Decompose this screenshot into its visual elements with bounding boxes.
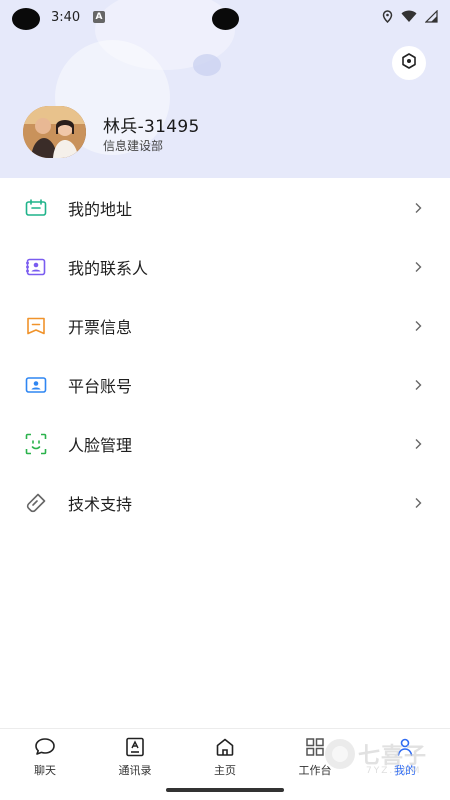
chat-icon xyxy=(34,737,56,757)
chevron-right-icon xyxy=(412,437,424,451)
menu-item-label: 我的联系人 xyxy=(68,258,149,278)
address-icon xyxy=(23,197,49,219)
chevron-right-icon xyxy=(412,378,424,392)
face-icon xyxy=(23,433,49,455)
menu-item-contacts[interactable]: 我的联系人 xyxy=(0,237,450,296)
wifi-icon xyxy=(401,8,417,27)
menu-item-label: 平台账号 xyxy=(68,376,133,396)
menu-item-tech-support[interactable]: 技术支持 xyxy=(0,473,450,532)
status-icons xyxy=(382,8,438,27)
chevron-right-icon xyxy=(412,496,424,510)
tab-me[interactable]: 我的 xyxy=(360,729,450,790)
menu-item-face-management[interactable]: 人脸管理 xyxy=(0,414,450,473)
menu-item-label: 人脸管理 xyxy=(68,435,133,455)
workbench-icon xyxy=(304,737,326,757)
status-time: 3:40 xyxy=(51,10,81,25)
account-icon xyxy=(23,374,49,396)
header-decoration xyxy=(193,54,221,76)
status-bar: 3:40 A xyxy=(0,0,450,36)
profile-screen: 3:40 A 林兵-31495 信息建设部 我的地址 我的联系人 开票信息 平台… xyxy=(0,0,450,800)
tab-label: 我的 xyxy=(394,764,416,777)
profile-header: 3:40 A 林兵-31495 信息建设部 xyxy=(0,0,450,178)
menu-item-label: 开票信息 xyxy=(68,317,133,337)
settings-icon xyxy=(400,52,418,74)
contacts-icon xyxy=(23,256,49,278)
chevron-right-icon xyxy=(412,319,424,333)
camera-cutout xyxy=(212,8,239,30)
menu-item-platform-account[interactable]: 平台账号 xyxy=(0,355,450,414)
tab-label: 通讯录 xyxy=(118,764,152,777)
tab-workbench[interactable]: 工作台 xyxy=(270,729,360,790)
menu-item-label: 技术支持 xyxy=(68,494,133,514)
support-icon xyxy=(23,492,49,514)
menu-item-address[interactable]: 我的地址 xyxy=(0,178,450,237)
notification-icon: A xyxy=(93,11,105,23)
me-icon xyxy=(394,737,416,757)
chevron-right-icon xyxy=(412,201,424,215)
menu-item-invoice[interactable]: 开票信息 xyxy=(0,296,450,355)
avatar[interactable] xyxy=(23,106,86,158)
camera-cutout xyxy=(12,8,40,30)
tab-label: 聊天 xyxy=(34,764,56,777)
tab-label: 工作台 xyxy=(298,764,332,777)
settings-button[interactable] xyxy=(392,46,426,80)
invoice-icon xyxy=(23,315,49,337)
settings-menu: 我的地址 我的联系人 开票信息 平台账号 人脸管理 技术支持 xyxy=(0,178,450,532)
tab-label: 主页 xyxy=(214,764,236,777)
home-icon xyxy=(214,737,236,757)
location-icon xyxy=(382,8,393,27)
profile-department: 信息建设部 xyxy=(103,139,164,153)
address-book-icon xyxy=(124,737,146,757)
home-indicator[interactable] xyxy=(166,788,284,792)
signal-icon xyxy=(424,8,438,27)
tab-chat[interactable]: 聊天 xyxy=(0,729,90,790)
tab-contacts[interactable]: 通讯录 xyxy=(90,729,180,790)
menu-item-label: 我的地址 xyxy=(68,199,133,219)
bottom-navigation: 聊天 通讯录 主页 工作台 我的 xyxy=(0,728,450,790)
chevron-right-icon xyxy=(412,260,424,274)
tab-home[interactable]: 主页 xyxy=(180,729,270,790)
profile-photo xyxy=(23,106,86,158)
profile-name: 林兵-31495 xyxy=(103,117,200,137)
